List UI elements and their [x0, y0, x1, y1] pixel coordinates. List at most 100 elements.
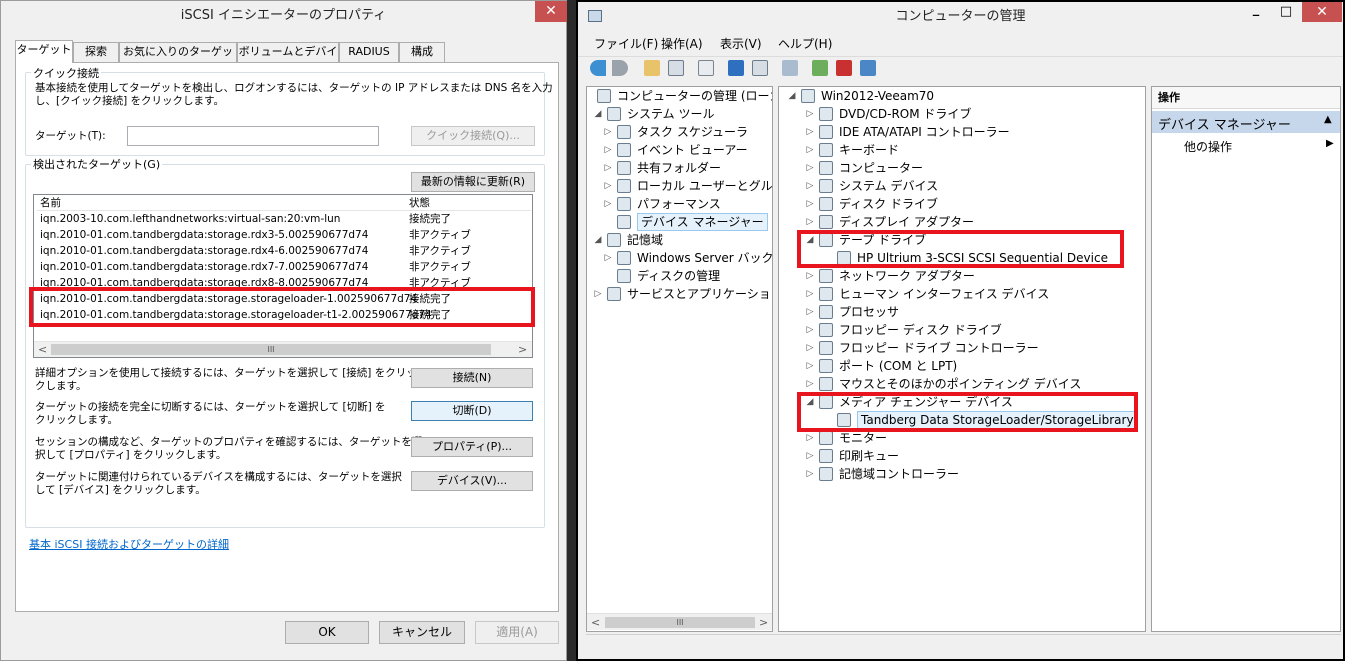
device-tree-label: ヒューマン インターフェイス デバイス: [839, 287, 1050, 301]
expand-toggle-icon[interactable]: ◢: [787, 87, 797, 105]
device-tree-label: フロッピー ドライブ コントローラー: [839, 341, 1039, 355]
actions-pane: 操作 デバイス マネージャー ▲ 他の操作 ▶: [1151, 86, 1341, 632]
node-icon: [617, 125, 631, 139]
column-state[interactable]: 状態: [409, 195, 430, 211]
expand-toggle-icon[interactable]: ▷: [603, 141, 613, 159]
tab-discovery[interactable]: 探索: [73, 42, 119, 62]
apply-button[interactable]: 適用(A): [475, 621, 559, 644]
tab-target[interactable]: ターゲット: [15, 40, 73, 63]
more-actions-item[interactable]: 他の操作 ▶: [1152, 135, 1340, 155]
tree-scroll-thumb[interactable]: III: [605, 617, 755, 628]
tab-favorite-targets[interactable]: お気に入りのターゲット: [119, 42, 237, 76]
expand-toggle-icon[interactable]: ▷: [805, 321, 815, 339]
tab-volumes-devices[interactable]: ボリュームとデバイス: [237, 42, 339, 76]
expand-toggle-icon[interactable]: ▷: [805, 195, 815, 213]
tab-config[interactable]: 構成: [399, 42, 445, 62]
list-hscrollbar[interactable]: < III >: [34, 341, 532, 357]
actions-section-device-manager[interactable]: デバイス マネージャー ▲: [1152, 111, 1340, 133]
tree-scroll-right[interactable]: >: [759, 616, 768, 629]
column-name[interactable]: 名前: [40, 195, 61, 211]
expand-toggle-icon[interactable]: ▷: [805, 285, 815, 303]
expand-toggle-icon[interactable]: ▷: [805, 123, 815, 141]
device-tree-label: ディスク ドライブ: [839, 197, 938, 211]
expand-toggle-icon[interactable]: ▷: [603, 177, 613, 195]
action-pane-icon[interactable]: [752, 60, 768, 76]
help-icon[interactable]: [728, 60, 744, 76]
console-tree-pane[interactable]: コンピューターの管理 (ローカル) ◢ システム ツール ▷ タスク スケジューラ ▷ イベ…: [586, 86, 773, 632]
disconnect-button[interactable]: 切断(D): [411, 401, 533, 421]
back-icon[interactable]: [590, 60, 606, 76]
uninstall-icon[interactable]: [836, 60, 852, 76]
console-tree-label: イベント ビューアー: [637, 143, 748, 157]
expand-toggle-icon[interactable]: ▷: [805, 339, 815, 357]
expand-toggle-icon[interactable]: ▷: [805, 465, 815, 483]
node-icon: [819, 449, 833, 463]
expand-toggle-icon[interactable]: ▷: [603, 195, 613, 213]
node-icon: [819, 323, 833, 337]
expand-toggle-icon[interactable]: ▷: [805, 267, 815, 285]
mgmt-close-button[interactable]: ✕: [1302, 2, 1342, 22]
up-folder-icon[interactable]: [644, 60, 660, 76]
maximize-button[interactable]: □: [1272, 2, 1300, 22]
submenu-arrow-icon: ▶: [1326, 138, 1334, 149]
expand-toggle-icon[interactable]: ◢: [593, 105, 603, 123]
ok-button[interactable]: OK: [285, 621, 369, 644]
node-icon: [819, 305, 833, 319]
properties-button[interactable]: プロパティ(P)...: [411, 437, 533, 457]
forward-icon[interactable]: [612, 60, 628, 76]
scan-hardware-icon[interactable]: [782, 60, 798, 76]
node-icon: [617, 251, 631, 265]
show-tree-icon[interactable]: [668, 60, 684, 76]
scroll-left-arrow[interactable]: <: [38, 343, 47, 356]
expand-toggle-icon[interactable]: ▷: [805, 159, 815, 177]
enable-device-icon[interactable]: [860, 60, 876, 76]
more-actions-label: 他の操作: [1184, 140, 1233, 154]
menu-file[interactable]: ファイル(F): [594, 34, 658, 54]
expand-toggle-icon[interactable]: ▷: [603, 123, 613, 141]
devices-desc-1: ターゲットに関連付けられているデバイスを構成するには、ターゲットを選択: [35, 471, 402, 483]
expand-toggle-icon[interactable]: ▷: [805, 105, 815, 123]
tree-hscrollbar[interactable]: < III >: [587, 613, 772, 630]
node-icon: [819, 179, 833, 193]
refresh-button[interactable]: 最新の情報に更新(R): [411, 172, 535, 192]
expand-toggle-icon[interactable]: ▷: [805, 213, 815, 231]
cancel-button[interactable]: キャンセル: [379, 621, 465, 644]
properties-icon[interactable]: [698, 60, 714, 76]
device-tree-label: ポート (COM と LPT): [839, 359, 958, 373]
quick-connect-desc-2: し、[クイック接続] をクリックします。: [35, 95, 224, 107]
toolbar: [578, 56, 1343, 82]
expand-toggle-icon[interactable]: ▷: [805, 177, 815, 195]
properties-desc-1: セッションの構成など、ターゲットのプロパティを確認するには、ターゲットを選: [35, 436, 423, 448]
expand-toggle-icon[interactable]: ▷: [805, 357, 815, 375]
device-tree-label: コンピューター: [839, 161, 924, 175]
menu-view[interactable]: 表示(V): [720, 34, 762, 54]
app-icon: [588, 10, 602, 22]
collapse-icon[interactable]: ▲: [1324, 114, 1332, 125]
menu-action[interactable]: 操作(A): [661, 34, 703, 54]
scroll-thumb[interactable]: III: [51, 344, 491, 355]
target-input[interactable]: [127, 126, 379, 146]
expand-toggle-icon[interactable]: ▷: [805, 375, 815, 393]
expand-toggle-icon[interactable]: ▷: [805, 303, 815, 321]
expand-toggle-icon[interactable]: ▷: [805, 141, 815, 159]
expand-toggle-icon[interactable]: ◢: [593, 231, 603, 249]
minimize-button[interactable]: _: [1242, 2, 1270, 22]
scroll-right-arrow[interactable]: >: [518, 343, 527, 356]
expand-toggle-icon[interactable]: ▷: [805, 447, 815, 465]
scroll-thumb-grip: III: [267, 345, 275, 354]
iscsi-details-link[interactable]: 基本 iSCSI 接続およびターゲットの詳細: [29, 536, 229, 552]
expand-toggle-icon[interactable]: ▷: [593, 285, 603, 303]
update-driver-icon[interactable]: [812, 60, 828, 76]
tab-radius[interactable]: RADIUS: [339, 42, 399, 62]
device-tree-pane[interactable]: ◢ Win2012-Veeam70 ▷ DVD/CD-ROM ドライブ ▷ IDE ATA…: [778, 86, 1146, 632]
devices-button[interactable]: デバイス(V)...: [411, 471, 533, 491]
tree-scroll-left[interactable]: <: [591, 616, 600, 629]
expand-toggle-icon[interactable]: ▷: [603, 249, 613, 267]
quick-connect-button[interactable]: クイック接続(Q)...: [411, 126, 535, 146]
menu-help[interactable]: ヘルプ(H): [778, 34, 832, 54]
device-tree-label: Win2012-Veeam70: [821, 89, 935, 103]
connect-button[interactable]: 接続(N): [411, 368, 533, 388]
expand-toggle-icon[interactable]: ▷: [603, 159, 613, 177]
console-tree-label: システム ツール: [627, 107, 715, 121]
iscsi-close-button[interactable]: ✕: [535, 1, 567, 22]
